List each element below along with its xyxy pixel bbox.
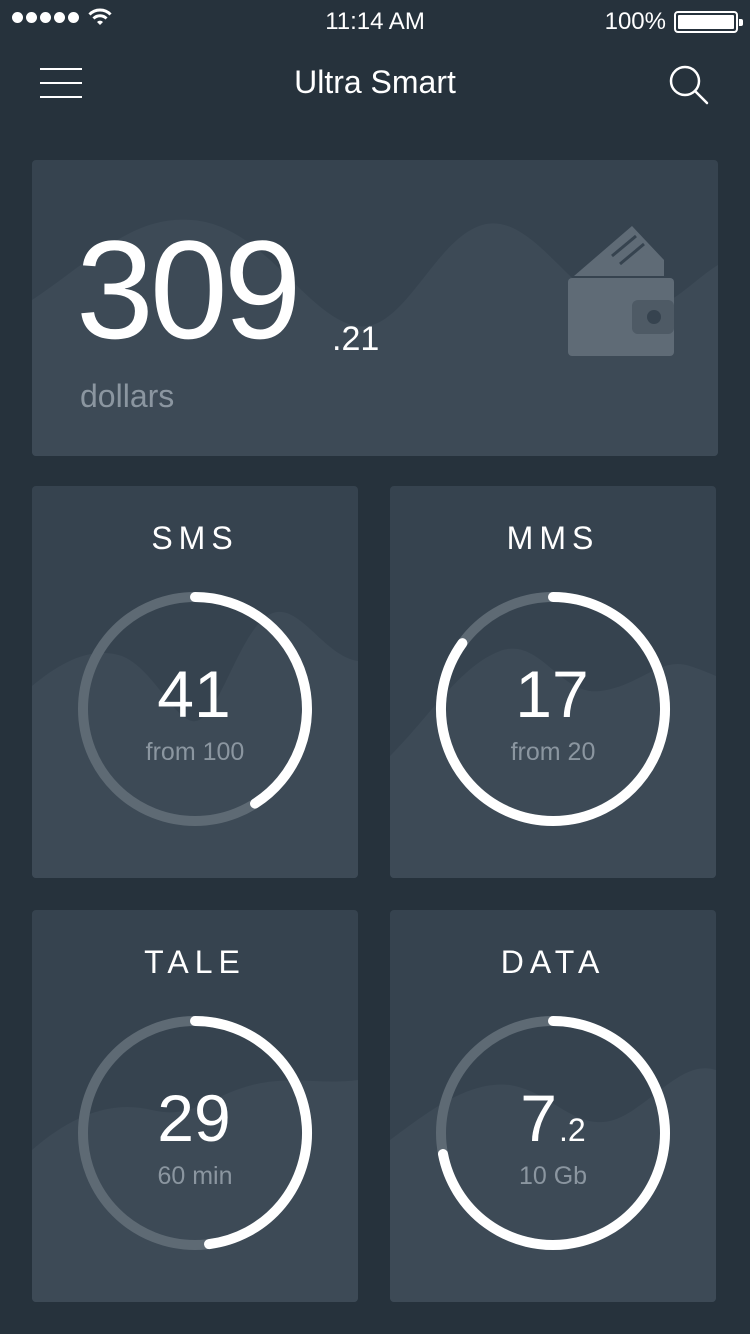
stat-card-mms[interactable]: MMS 17 from 20 [390,486,716,878]
stat-card-tale[interactable]: TALE 29 60 min [32,910,358,1302]
card-value: 17 [515,657,589,731]
card-value: 29 [157,1081,231,1155]
card-subtitle: 10 Gb [518,1162,588,1190]
wallet-icon [568,226,674,356]
page-title: Ultra Smart [294,64,456,100]
card-title: DATA [500,944,606,980]
search-icon[interactable] [668,64,710,106]
card-value: 7.2 [520,1081,586,1155]
card-title: MMS [506,520,600,556]
battery-percent: 100% [604,8,666,35]
balance-card[interactable]: 309 .21 dollars [32,160,718,456]
card-value: 41 [157,657,231,731]
card-subtitle: from 20 [510,738,596,766]
stat-card-data[interactable]: DATA 7.2 10 Gb [390,910,716,1302]
stat-card-sms[interactable]: SMS 41 from 100 [32,486,358,878]
card-title: SMS [151,520,239,556]
balance-unit: dollars [80,378,175,414]
status-bar: 11:14 AM 100% [0,0,750,40]
nav-bar: Ultra Smart [0,40,750,130]
card-title: TALE [144,944,246,980]
balance-cents: .21 [332,320,380,358]
card-subtitle: from 100 [145,738,245,766]
battery-icon [674,11,743,33]
balance-amount: 309 [76,211,302,368]
card-subtitle: 60 min [157,1162,233,1190]
